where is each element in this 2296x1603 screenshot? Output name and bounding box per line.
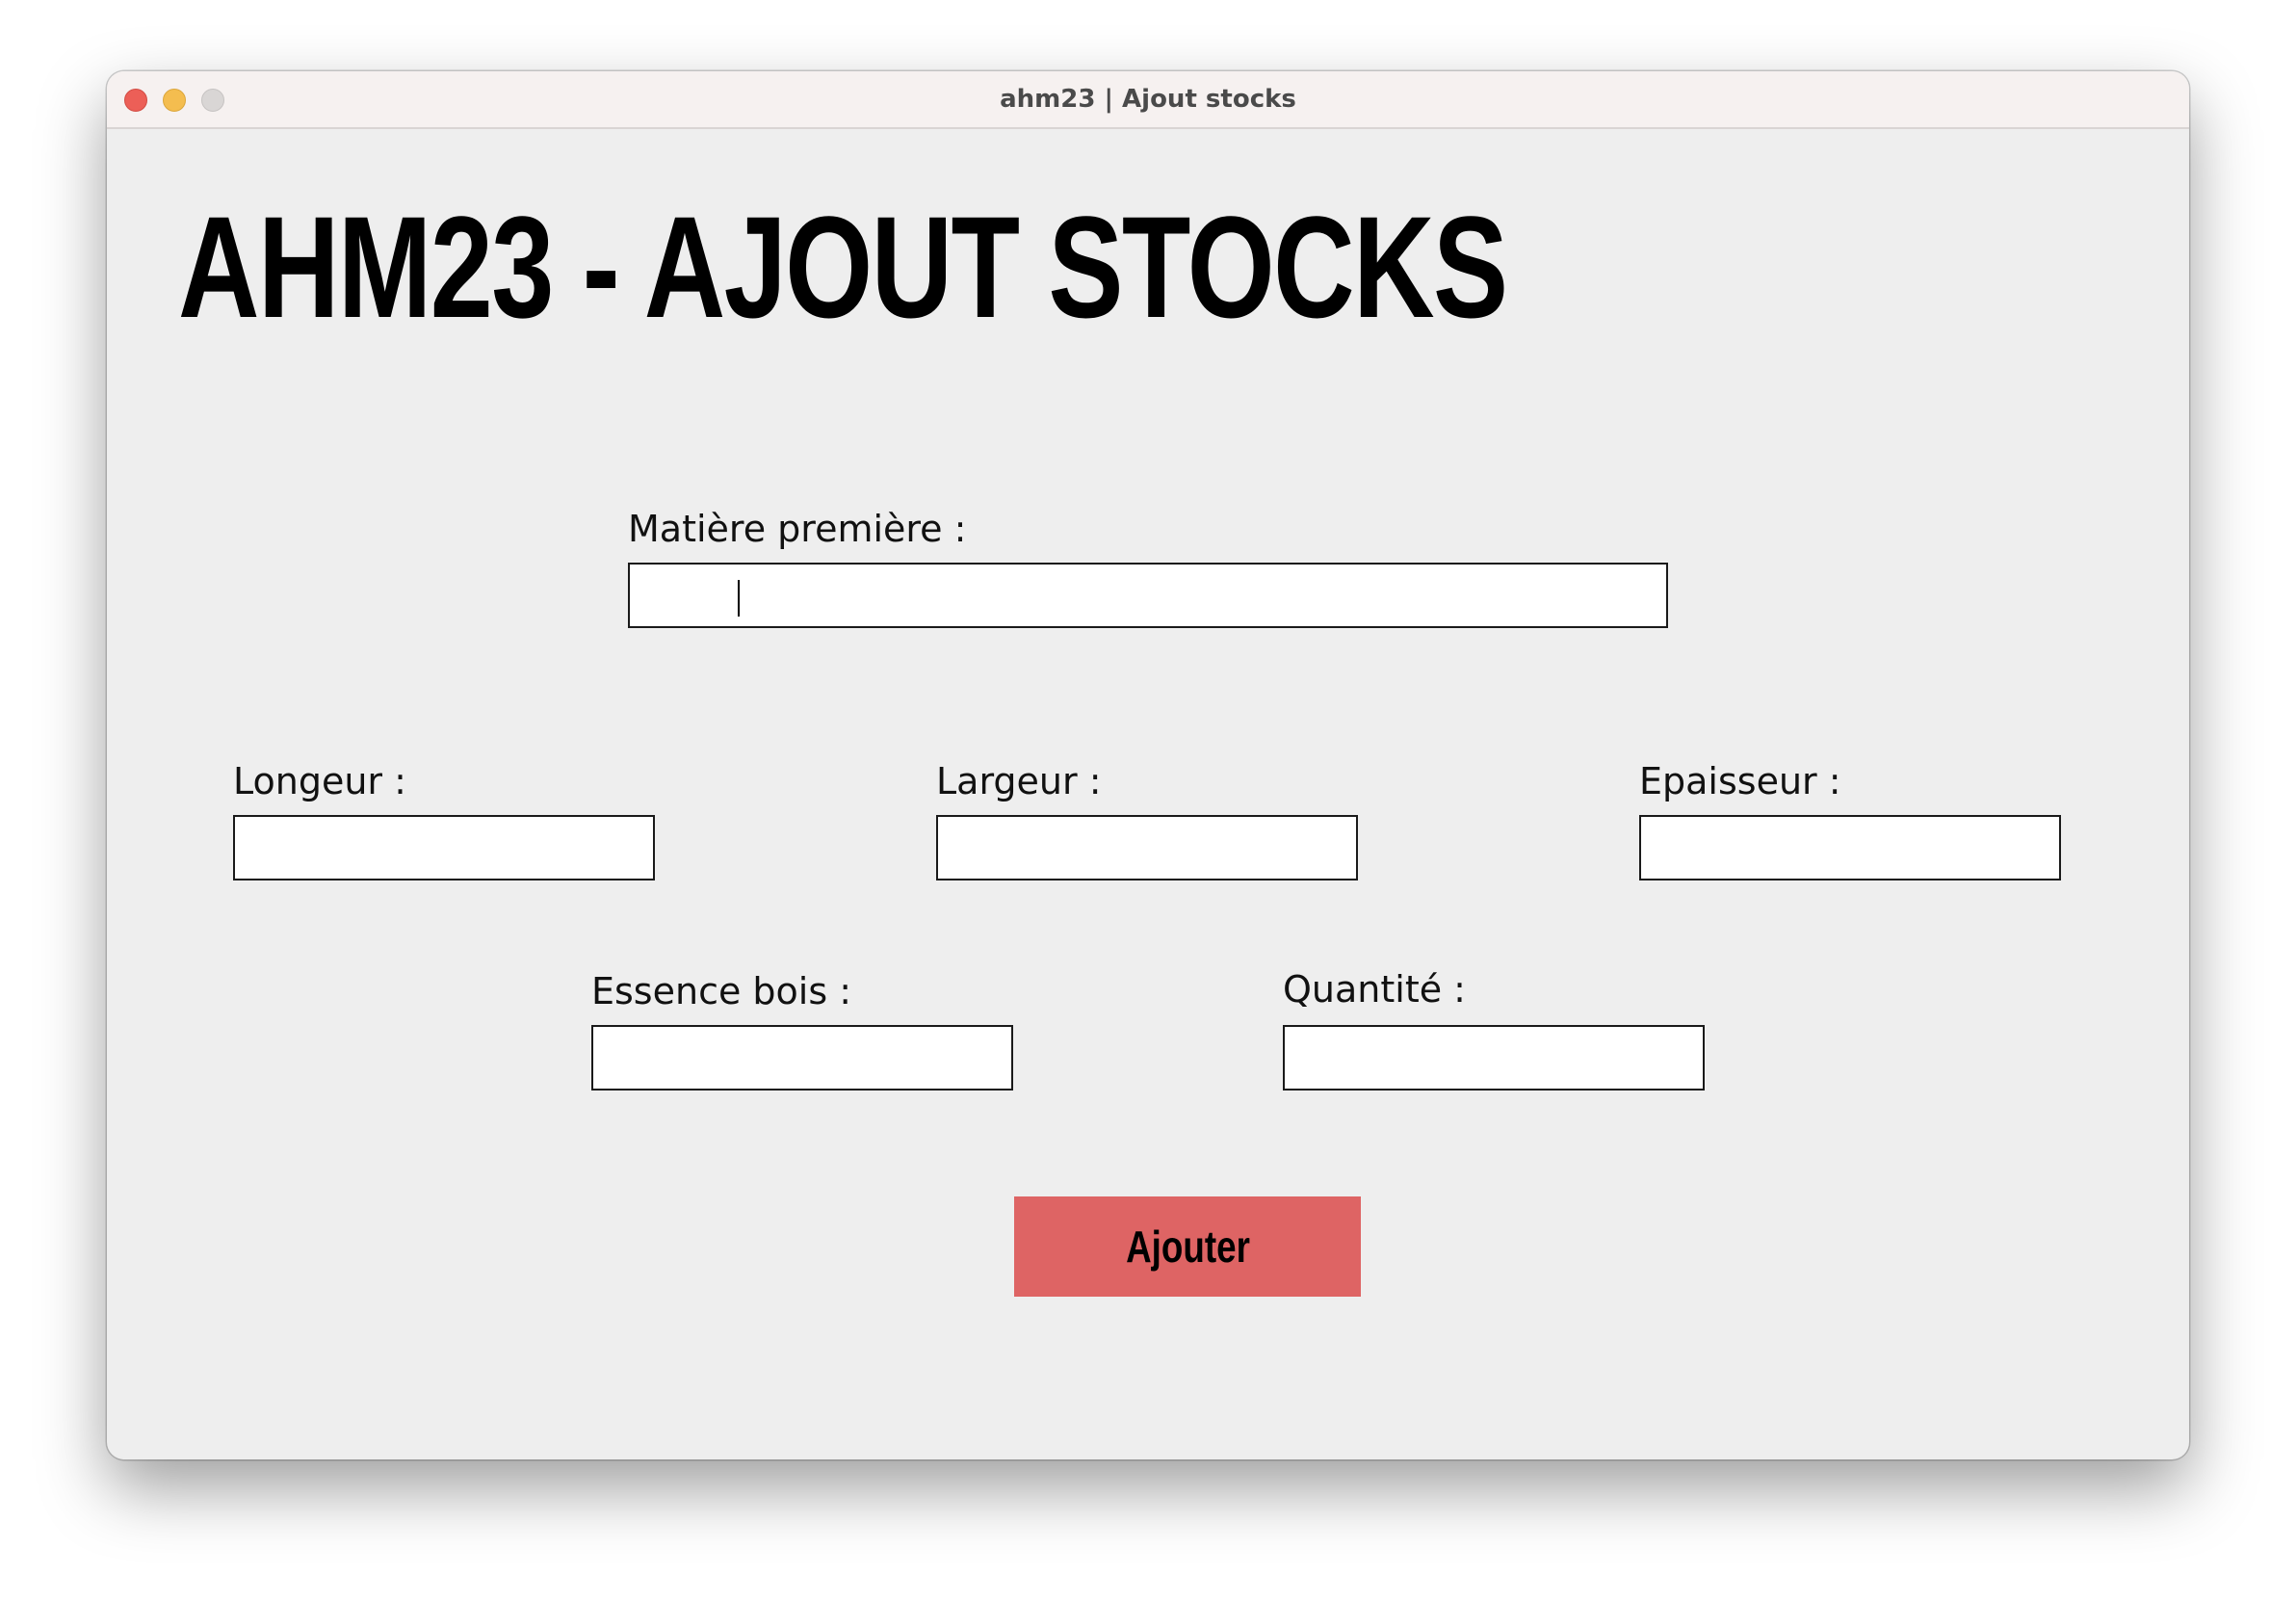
- essence-bois-input[interactable]: [591, 1025, 1013, 1091]
- essence-bois-label: Essence bois :: [591, 970, 852, 1012]
- app-window: ahm23 | Ajout stocks AHM23 - AJOUT STOCK…: [107, 71, 2189, 1459]
- window-title: ahm23 | Ajout stocks: [1000, 85, 1296, 114]
- largeur-label: Largeur :: [936, 760, 1102, 802]
- quantite-input[interactable]: [1283, 1025, 1705, 1091]
- add-stock-button[interactable]: Ajouter: [1014, 1196, 1361, 1297]
- longueur-input[interactable]: [233, 815, 655, 880]
- matiere-premiere-label: Matière première :: [628, 508, 967, 550]
- matiere-premiere-input[interactable]: [628, 563, 1668, 628]
- text-caret: [738, 580, 740, 617]
- quantite-label: Quantité :: [1283, 968, 1466, 1011]
- title-bar[interactable]: ahm23 | Ajout stocks: [107, 71, 2189, 129]
- largeur-input[interactable]: [936, 815, 1358, 880]
- longueur-label: Longeur :: [233, 760, 406, 802]
- page-title: AHM23 - AJOUT STOCKS: [178, 186, 1508, 348]
- epaisseur-input[interactable]: [1639, 815, 2061, 880]
- add-stock-button-label: Ajouter: [1125, 1222, 1250, 1272]
- epaisseur-label: Epaisseur :: [1639, 760, 1841, 802]
